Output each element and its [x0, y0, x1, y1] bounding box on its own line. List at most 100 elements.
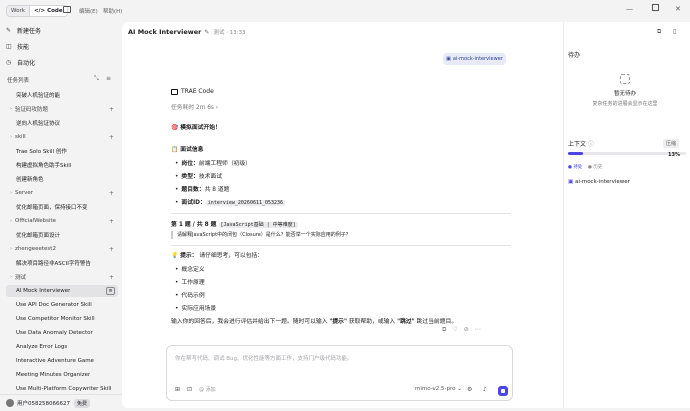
settings-icon[interactable]: ⚙ — [467, 386, 472, 393]
nav-automation[interactable]: ◷ 自动化 — [6, 56, 116, 68]
share-icon[interactable]: ⧉ — [657, 28, 661, 36]
minimize-icon[interactable]: — — [626, 5, 633, 13]
footer-hint-keyword: "提示" — [329, 319, 347, 325]
menu-help[interactable]: 帮助(H) — [103, 7, 122, 15]
task-item[interactable]: 逆向人机验证协议 — [6, 117, 118, 129]
add-task-icon[interactable]: + — [109, 274, 114, 281]
breadcrumb: 测试 · 13:33 — [213, 30, 246, 36]
task-item[interactable]: 优化邮箱页面设计 — [6, 229, 118, 241]
task-item[interactable]: Interactive Adventure Game — [6, 355, 118, 367]
tip-item: 工作原理 — [175, 277, 205, 286]
user-message-chip: ▣ ai-mock-interviewer — [443, 53, 506, 65]
panel-toggle-icon[interactable]: ▯ — [673, 28, 676, 35]
task-label: zhengeeetest2 — [15, 246, 56, 252]
task-group[interactable]: › Server + — [6, 187, 118, 199]
attach-icon[interactable]: ⊞ — [175, 386, 180, 393]
compress-button[interactable]: 压缩 — [663, 139, 680, 148]
task-item[interactable]: 创建新角色 — [6, 173, 118, 185]
todo-title: 待办 — [568, 52, 581, 59]
add-task-icon[interactable]: + — [109, 134, 114, 141]
tip-item: 实际应用场景 — [175, 303, 216, 312]
elapsed-time[interactable]: 任务耗时 2m 6s › — [171, 102, 218, 111]
question-tag: [JavaScript基础 | 中等难度] — [218, 222, 298, 228]
copy-icon[interactable]: ⧉ — [442, 326, 446, 334]
nav-label: 技能 — [17, 43, 30, 51]
task-label: Trae Solo Skill 创作 — [16, 149, 67, 155]
nav-new-task[interactable]: ✎ 新建任务 — [6, 24, 116, 36]
chevron-right-icon[interactable]: › — [10, 134, 12, 140]
user-bar[interactable]: 用户058258066627 免费 — [0, 394, 122, 411]
bulb-icon: 💡 — [171, 253, 179, 259]
task-group[interactable]: › 测试 + — [6, 271, 118, 283]
composer[interactable]: 你在帮写代码、调试 Bug、优化性能等方面工作，支持门户级代码功能。 ⊞ ⊡ @… — [166, 345, 513, 401]
add-task-icon[interactable]: + — [109, 106, 114, 113]
model-selector[interactable]: mimo-v2.5-pro ⌄ — [415, 386, 462, 392]
task-group[interactable]: › zhengeeetest2 + — [6, 243, 118, 255]
close-icon[interactable]: ✕ — [675, 5, 681, 13]
task-item[interactable]: Use Data Anomaly Detector — [6, 327, 118, 339]
chat-input[interactable]: 你在帮写代码、调试 Bug、优化性能等方面工作，支持门户级代码功能。 — [175, 354, 353, 362]
tab-history[interactable]: ● 历史 — [588, 164, 602, 170]
new-task-icon: ✎ — [6, 26, 12, 34]
chip-label: ai-mock-interviewer — [452, 56, 503, 62]
thumbs-up-icon[interactable]: ♡ — [452, 326, 457, 334]
task-item[interactable]: 构建虚拟角色助手Skill — [6, 159, 118, 171]
tip-line: 💡 提示： 请仔细思考，可以包括： — [171, 250, 263, 259]
maximize-icon[interactable] — [652, 4, 659, 11]
task-item[interactable]: Trae Solo Skill 创作 — [6, 145, 118, 157]
info-label: 类型： — [181, 174, 199, 180]
file-icon: ▣ — [568, 179, 574, 185]
tip-item-label: 工作原理 — [181, 280, 205, 286]
mode-work-button[interactable]: Work — [7, 6, 29, 16]
task-item[interactable]: AI Mock Interviewer ≡ — [6, 285, 118, 297]
tab-pending[interactable]: ● 待处 — [568, 164, 582, 170]
task-item[interactable]: 解决项目路径非ASCII字符警告 — [6, 257, 118, 269]
filter-icon[interactable]: ≡ — [106, 75, 111, 82]
elapsed-label: 任务耗时 2m 6s — [171, 105, 214, 111]
task-item[interactable]: Use API Doc Generator Skill — [6, 299, 118, 311]
question-text: 请解释JavaScript中的闭包（Closure）是什么？能否举一个实际应用的… — [171, 231, 351, 239]
chevron-right-icon[interactable]: › — [10, 190, 12, 196]
task-group[interactable]: › 验证码攻防题 + — [6, 103, 118, 115]
agent-name: TRAE Code — [181, 88, 214, 95]
task-item[interactable]: 优化邮箱页面，保持接口不变 — [6, 201, 118, 213]
divider — [171, 245, 511, 246]
add-context-button[interactable]: @ 添加 — [199, 386, 216, 393]
send-button[interactable] — [498, 386, 508, 396]
task-item[interactable]: 突破人机验证的能 — [6, 89, 118, 101]
nav-skills[interactable]: ◫ 技能 — [6, 40, 116, 52]
task-label: AI Mock Interviewer — [16, 288, 71, 294]
chevron-right-icon[interactable]: › — [10, 218, 12, 224]
task-item[interactable]: Analyze Error Logs — [6, 341, 118, 353]
task-item[interactable]: Use Competitor Monitor Skill — [6, 313, 118, 325]
context-title: 上下文 ⓘ — [568, 139, 594, 148]
task-item[interactable]: Meeting Minutes Organizer — [6, 369, 118, 381]
tip-label: 提示： — [180, 253, 198, 259]
add-task-icon[interactable]: + — [109, 246, 114, 253]
chevron-right-icon[interactable]: › — [10, 106, 12, 112]
skill-icon: ◫ — [6, 42, 12, 50]
empty-todo-title: 暂无待办 — [613, 91, 636, 97]
menu-edit[interactable]: 编辑(E) — [79, 7, 98, 15]
task-group[interactable]: › skill + — [6, 131, 118, 143]
task-group[interactable]: › OfficialWebsite + — [6, 215, 118, 227]
sidebar-toggle-icon[interactable] — [63, 6, 71, 13]
info-label: 面试ID： — [181, 200, 206, 206]
chevron-right-icon[interactable]: › — [10, 246, 12, 252]
thumbs-down-icon[interactable]: ⊘ — [464, 326, 469, 334]
context-file[interactable]: ▣ ai-mock-interviewer — [568, 179, 630, 185]
add-task-icon[interactable]: + — [109, 190, 114, 197]
edit-icon[interactable]: ✎ — [204, 29, 209, 36]
mic-icon[interactable]: ♪ — [483, 386, 487, 393]
task-menu-icon[interactable]: ≡ — [106, 287, 115, 295]
task-label: Use Data Anomaly Detector — [16, 330, 93, 336]
collapse-icon[interactable]: ⤡ — [94, 75, 99, 83]
info-value: 技术面试 — [198, 174, 223, 180]
more-icon[interactable]: ⋯ — [475, 326, 481, 334]
agent-header: TRAE Code — [171, 88, 214, 95]
mode-toggle[interactable]: Work </> Code — [6, 5, 68, 17]
chevron-right-icon[interactable]: › — [10, 274, 12, 280]
image-icon[interactable]: ⊡ — [187, 386, 192, 393]
add-task-icon[interactable]: + — [109, 218, 114, 225]
mode-code-button[interactable]: </> Code — [28, 6, 67, 16]
